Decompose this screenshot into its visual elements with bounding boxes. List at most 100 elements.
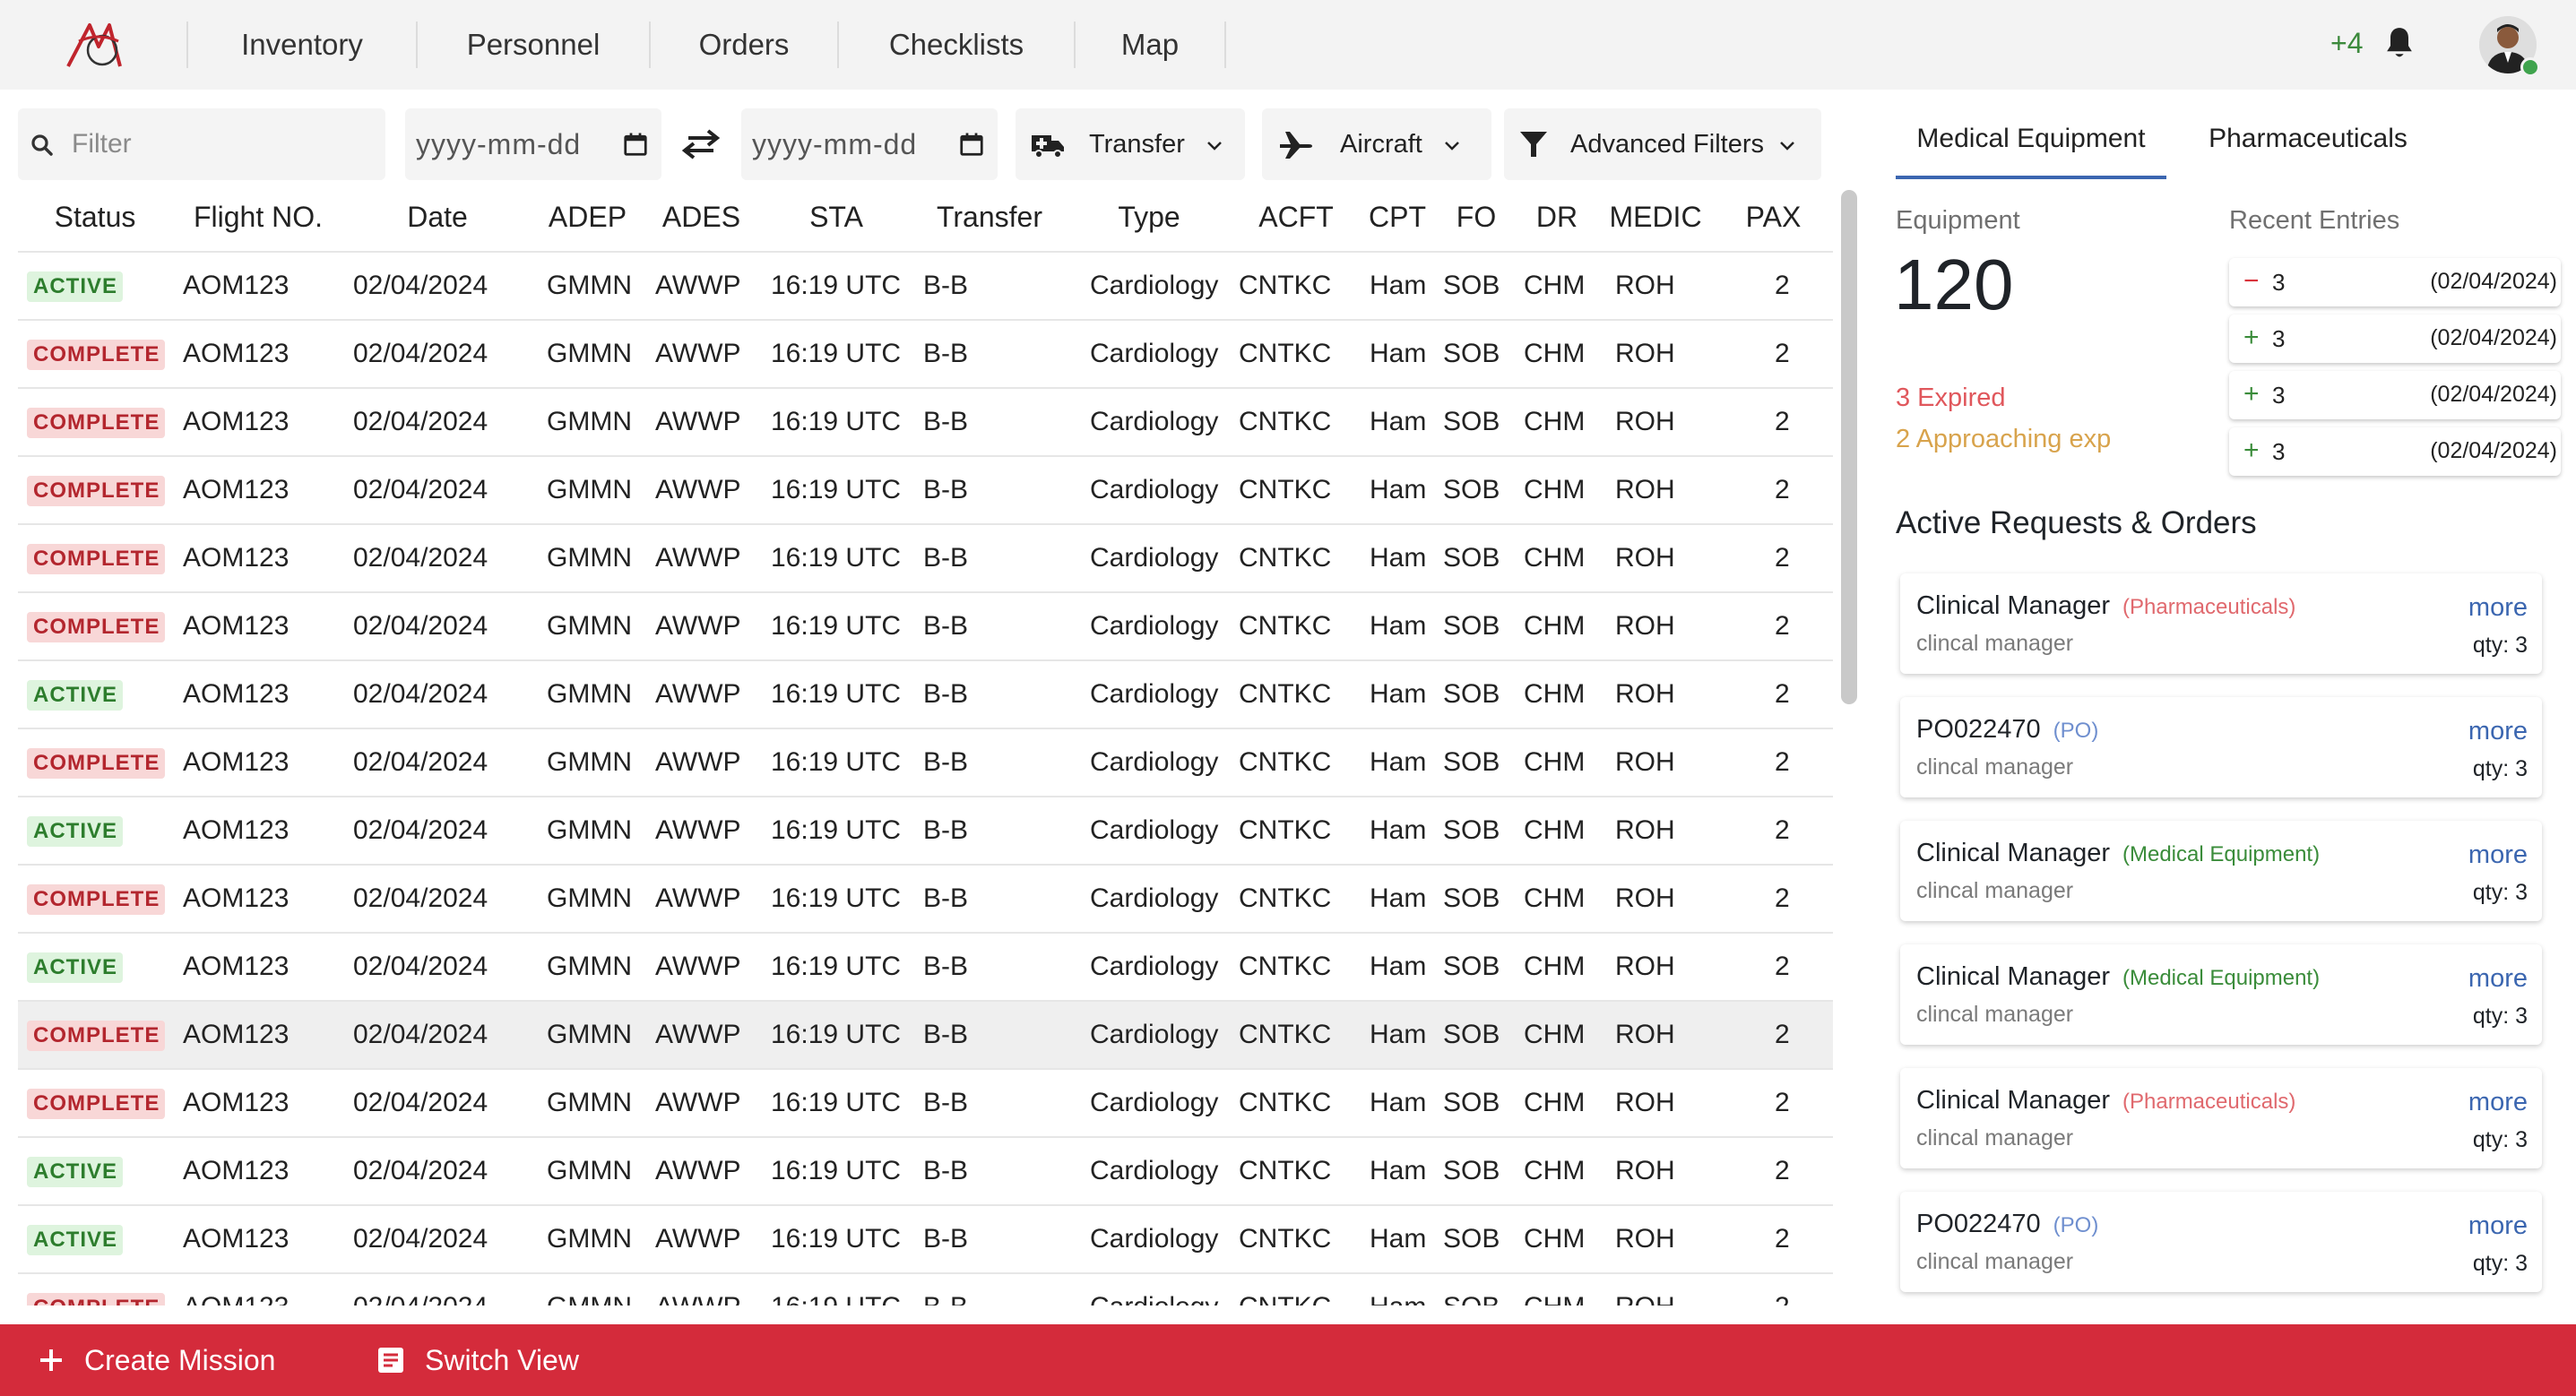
tab-medical-equipment[interactable]: Medical Equipment <box>1896 118 2166 179</box>
adep-cell: GMMN <box>531 1273 644 1306</box>
table-row[interactable]: COMPLETEAOM12302/04/2024GMMNAWWP16:19 UT… <box>18 1001 1833 1070</box>
table-row[interactable]: ACTIVE AOM123 02/04/2024 GMMN AWWP 16:19 UTC B… <box>18 933 1833 1002</box>
transfer-cell: B-B <box>914 456 1065 525</box>
app-logo[interactable] <box>63 14 134 73</box>
user-avatar[interactable] <box>2479 16 2540 77</box>
column-header[interactable]: CPT <box>1359 184 1436 253</box>
date-cell: 02/04/2024 <box>344 1137 531 1206</box>
transfer-dropdown[interactable]: Transfer <box>1016 108 1245 180</box>
table-row[interactable]: COMPLETEAOM12302/04/2024GMMNAWWP16:19 UT… <box>18 388 1833 457</box>
more-link[interactable]: more <box>2468 840 2528 870</box>
transfer-cell: B-B <box>914 728 1065 797</box>
switch-view-button[interactable]: Switch View <box>376 1324 579 1396</box>
filter-field[interactable] <box>18 108 385 180</box>
table-row[interactable]: COMPLETEAOM12302/04/2024GMMNAWWP16:19 UT… <box>18 524 1833 593</box>
recent-entry[interactable]: +3 (02/04/2024) <box>2229 315 2561 363</box>
table-row[interactable]: ACTIVE AOM123 02/04/2024 GMMN AWWP 16:19 UTC B… <box>18 660 1833 729</box>
swap-dates-icon[interactable] <box>679 125 722 163</box>
request-card[interactable]: Clinical Manager (Pharmaceuticals) clincal… <box>1900 1068 2542 1168</box>
nav-inventory[interactable]: Inventory <box>186 22 416 68</box>
flight-cell: AOM123 <box>172 728 344 797</box>
column-header[interactable]: Flight NO. <box>172 184 344 253</box>
advanced-filters-dropdown[interactable]: Advanced Filters <box>1504 108 1821 180</box>
table-row[interactable]: COMPLETEAOM12302/04/2024GMMNAWWP16:19 UT… <box>18 1273 1833 1306</box>
date-cell: 02/04/2024 <box>344 456 531 525</box>
calendar-icon[interactable] <box>958 130 985 159</box>
flight-cell: AOM123 <box>172 524 344 593</box>
table-row[interactable]: COMPLETEAOM12302/04/2024GMMNAWWP16:19 UT… <box>18 320 1833 389</box>
column-header[interactable]: MEDIC <box>1597 184 1714 253</box>
nav-checklists[interactable]: Checklists <box>837 22 1074 68</box>
more-link[interactable]: more <box>2468 1088 2528 1117</box>
flight-cell: AOM123 <box>172 320 344 389</box>
request-card[interactable]: Clinical Manager (Pharmaceuticals) clincal… <box>1900 573 2542 674</box>
sta-cell: 16:19 UTC <box>758 456 914 525</box>
more-link[interactable]: more <box>2468 717 2528 746</box>
date-from-input[interactable]: yyyy-mm-dd <box>405 108 661 180</box>
table-row[interactable]: ACTIVE AOM123 02/04/2024 GMMN AWWP 16:19 UTC B… <box>18 252 1833 321</box>
more-link[interactable]: more <box>2468 1211 2528 1241</box>
sta-cell: 16:19 UTC <box>758 592 914 661</box>
table-row[interactable]: ACTIVE AOM123 02/04/2024 GMMN AWWP 16:19 UTC B… <box>18 797 1833 866</box>
request-card[interactable]: PO022470 (PO) clincal manager more qty: 3 <box>1900 1192 2542 1292</box>
cpt-cell: Ham <box>1359 1137 1436 1206</box>
dr-cell: CHM <box>1517 252 1597 321</box>
request-card[interactable]: PO022470 (PO) clincal manager more qty: 3 <box>1900 697 2542 797</box>
table-scrollbar[interactable] <box>1841 190 1857 704</box>
nav-orders[interactable]: Orders <box>649 22 837 68</box>
table-row[interactable]: COMPLETEAOM12302/04/2024GMMNAWWP16:19 UT… <box>18 456 1833 525</box>
nav-map[interactable]: Map <box>1074 22 1226 68</box>
column-header[interactable]: Type <box>1065 184 1233 253</box>
fo-cell: SOB <box>1436 1137 1517 1206</box>
aircraft-dropdown[interactable]: Aircraft <box>1262 108 1491 180</box>
column-header[interactable]: ACFT <box>1233 184 1359 253</box>
request-card[interactable]: Clinical Manager (Medical Equipment) clinc… <box>1900 821 2542 921</box>
column-header[interactable]: Status <box>18 184 172 253</box>
recent-entry[interactable]: +3 (02/04/2024) <box>2229 371 2561 419</box>
table-row[interactable]: COMPLETEAOM12302/04/2024GMMNAWWP16:19 UT… <box>18 592 1833 661</box>
column-header[interactable]: Transfer <box>914 184 1065 253</box>
flight-cell: AOM123 <box>172 660 344 729</box>
dr-cell: CHM <box>1517 728 1597 797</box>
status-cell: ACTIVE <box>18 797 172 866</box>
dr-cell: CHM <box>1517 524 1597 593</box>
notification-count[interactable]: +4 <box>2330 27 2363 60</box>
date-to-input[interactable]: yyyy-mm-dd <box>741 108 998 180</box>
table-row[interactable]: ACTIVE AOM123 02/04/2024 GMMN AWWP 16:19 UTC B… <box>18 1137 1833 1206</box>
view-list-icon <box>378 1348 403 1373</box>
dr-cell: CHM <box>1517 1273 1597 1306</box>
type-cell: Cardiology <box>1065 1069 1233 1138</box>
table-row[interactable]: COMPLETEAOM12302/04/2024GMMNAWWP16:19 UT… <box>18 1069 1833 1138</box>
filter-input[interactable] <box>72 108 376 180</box>
more-link[interactable]: more <box>2468 593 2528 623</box>
cpt-cell: Ham <box>1359 1069 1436 1138</box>
flight-cell: AOM123 <box>172 865 344 934</box>
acft-cell: CNTKC <box>1233 592 1359 661</box>
request-category: (PO) <box>2053 719 2099 743</box>
recent-entry[interactable]: −3 (02/04/2024) <box>2229 258 2561 306</box>
table-row[interactable]: COMPLETEAOM12302/04/2024GMMNAWWP16:19 UT… <box>18 865 1833 934</box>
column-header[interactable]: DR <box>1517 184 1597 253</box>
column-header[interactable]: ADES <box>644 184 758 253</box>
more-link[interactable]: more <box>2468 964 2528 994</box>
status-badge: COMPLETE <box>27 612 166 642</box>
table-row[interactable]: ACTIVE AOM123 02/04/2024 GMMN AWWP 16:19 UTC B… <box>18 1205 1833 1274</box>
table-row[interactable]: COMPLETEAOM12302/04/2024GMMNAWWP16:19 UT… <box>18 728 1833 797</box>
nav-personnel[interactable]: Personnel <box>416 22 649 68</box>
recent-entry[interactable]: +3 (02/04/2024) <box>2229 427 2561 476</box>
column-header[interactable]: FO <box>1436 184 1517 253</box>
transfer-cell: B-B <box>914 592 1065 661</box>
column-header[interactable]: Date <box>344 184 531 253</box>
approaching-expiry-count[interactable]: 2 Approaching exp <box>1896 425 2111 454</box>
column-header[interactable]: PAX <box>1714 184 1833 253</box>
bell-icon[interactable] <box>2382 25 2416 61</box>
tab-pharmaceuticals[interactable]: Pharmaceuticals <box>2190 118 2426 176</box>
column-header[interactable]: ADEP <box>531 184 644 253</box>
column-header[interactable]: STA <box>758 184 914 253</box>
calendar-icon[interactable] <box>622 130 649 159</box>
create-mission-button[interactable]: Create Mission <box>38 1324 275 1396</box>
medic-cell: ROH <box>1597 524 1714 593</box>
expired-count[interactable]: 3 Expired <box>1896 383 2006 413</box>
acft-cell: CNTKC <box>1233 660 1359 729</box>
request-card[interactable]: Clinical Manager (Medical Equipment) clinc… <box>1900 944 2542 1045</box>
